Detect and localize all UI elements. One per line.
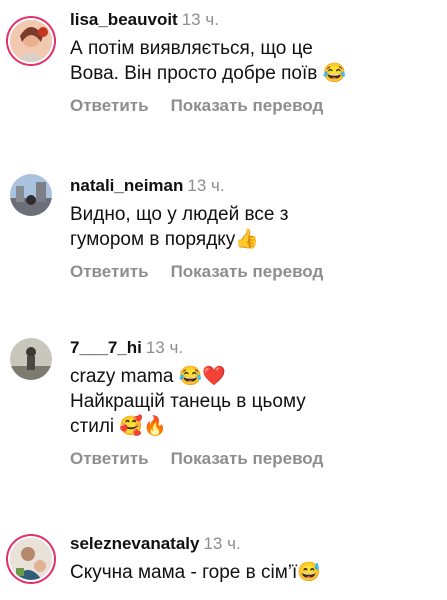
comment-body: natali_neiman 13 ч. Видно, що у людей все… xyxy=(70,176,437,282)
comment-time: 13 ч. xyxy=(181,10,219,29)
comment-header: natali_neiman 13 ч. xyxy=(70,176,437,196)
reply-button[interactable]: Ответить xyxy=(70,262,149,281)
translate-button[interactable]: Показать перевод xyxy=(171,96,324,115)
comment-time: 13 ч. xyxy=(203,534,241,553)
reply-button[interactable]: Ответить xyxy=(70,449,149,468)
reply-button[interactable]: Ответить xyxy=(70,96,149,115)
comment-line: Вова. Він просто добре поїв 😂 xyxy=(70,63,347,84)
user-photo-icon xyxy=(10,20,52,62)
avatar[interactable] xyxy=(10,174,52,216)
comment-header: lisa_beauvoit 13 ч. xyxy=(70,10,437,30)
comment-line: Найкращій танець в цьому xyxy=(70,391,306,412)
avatar[interactable] xyxy=(10,338,52,380)
comment-text: crazy mama 😂❤️ Найкращій танець в цьому … xyxy=(70,364,437,439)
username-link[interactable]: seleznevanataly xyxy=(70,534,199,553)
comment-text: Скучна мама - горе в сім’ї😅 xyxy=(70,560,437,585)
username-link[interactable]: natali_neiman xyxy=(70,176,183,195)
comment-text: Видно, що у людей все з гумором в порядк… xyxy=(70,202,437,252)
translate-button[interactable]: Показать перевод xyxy=(171,449,324,468)
comment-text: А потім виявляється, що це Вова. Він про… xyxy=(70,36,437,86)
comment-line: А потім виявляється, що це xyxy=(70,38,313,59)
comment-line: стилі 🥰🔥 xyxy=(70,416,167,437)
comment-actions: Ответить Показать перевод xyxy=(70,96,437,116)
comment-time: 13 ч. xyxy=(145,338,184,357)
comment-header: seleznevanataly 13 ч. xyxy=(70,534,437,554)
comment-line: гумором в порядку👍 xyxy=(70,229,259,250)
user-photo-icon xyxy=(10,538,52,580)
comment-actions: Ответить Показать перевод xyxy=(70,262,437,282)
user-photo-icon xyxy=(10,174,52,216)
comment-body: 7___7_hi 13 ч. crazy mama 😂❤️ Найкращій т… xyxy=(70,338,437,469)
comment-line: Скучна мама - горе в сім’ї😅 xyxy=(70,562,321,583)
comment-time: 13 ч. xyxy=(187,176,225,195)
username-link[interactable]: lisa_beauvoit xyxy=(70,10,178,29)
translate-button[interactable]: Показать перевод xyxy=(171,262,324,281)
comment-body: lisa_beauvoit 13 ч. А потім виявляється, … xyxy=(70,10,437,116)
comment-header: 7___7_hi 13 ч. xyxy=(70,338,437,358)
comment-body: seleznevanataly 13 ч. Скучна мама - горе … xyxy=(70,534,437,585)
avatar[interactable] xyxy=(10,538,52,580)
comment-line: Видно, що у людей все з xyxy=(70,204,289,225)
username-link[interactable]: 7___7_hi xyxy=(70,338,142,357)
comment-line: crazy mama 😂❤️ xyxy=(70,366,227,387)
user-photo-icon xyxy=(10,338,52,380)
avatar[interactable] xyxy=(10,20,52,62)
comment-actions: Ответить Показать перевод xyxy=(70,449,437,469)
